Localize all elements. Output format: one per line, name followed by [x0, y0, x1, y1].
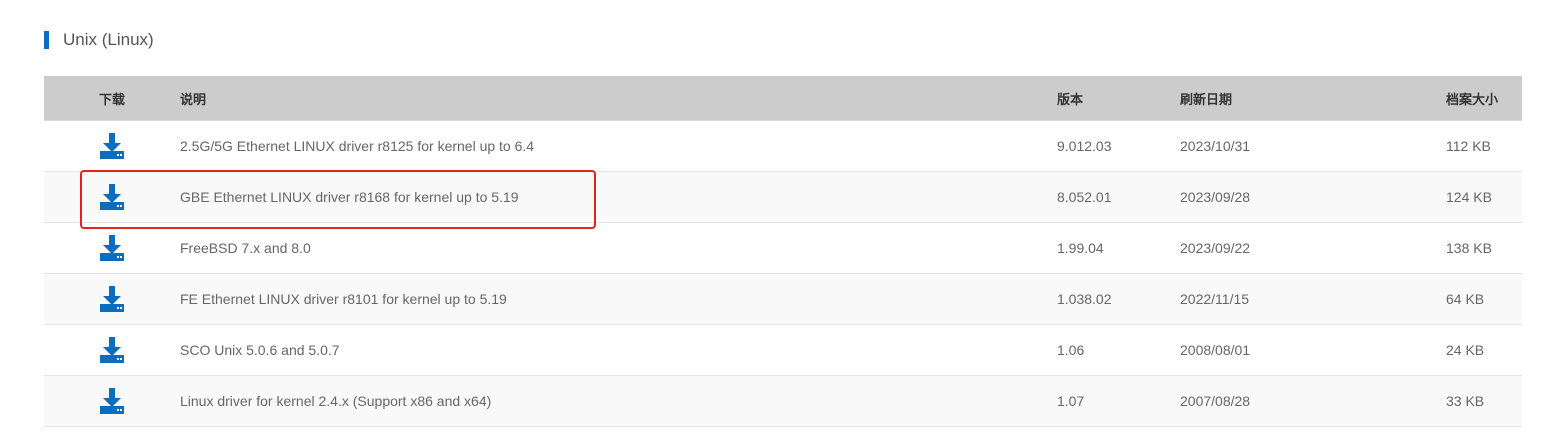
- driver-version: 1.06: [1057, 342, 1085, 358]
- driver-version: 1.07: [1057, 393, 1085, 409]
- driver-description: GBE Ethernet LINUX driver r8168 for kern…: [180, 189, 519, 205]
- section-title: Unix (Linux): [63, 30, 154, 49]
- driver-version: 1.99.04: [1057, 240, 1104, 256]
- driver-date: 2022/11/15: [1180, 291, 1250, 307]
- driver-size: 64 KB: [1446, 291, 1485, 307]
- table-row: Linux driver for kernel 2.4.x (Support x…: [44, 376, 1522, 427]
- download-icon[interactable]: [98, 131, 126, 161]
- download-cell: [44, 182, 180, 212]
- table-header: 下载 说明 版本 刷新日期 档案大小: [44, 76, 1522, 121]
- header-description: 说明: [180, 92, 207, 108]
- section-heading: Unix (Linux): [44, 28, 154, 52]
- download-icon[interactable]: [98, 335, 126, 365]
- driver-description: Linux driver for kernel 2.4.x (Support x…: [180, 393, 492, 409]
- table-row: FE Ethernet LINUX driver r8101 for kerne…: [44, 274, 1522, 325]
- download-icon[interactable]: [98, 233, 126, 263]
- download-icon[interactable]: [98, 386, 126, 416]
- download-cell: [44, 233, 180, 263]
- download-cell: [44, 284, 180, 314]
- driver-description: FreeBSD 7.x and 8.0: [180, 240, 311, 256]
- table-row: SCO Unix 5.0.6 and 5.0.7 1.06 2008/08/01…: [44, 325, 1522, 376]
- driver-date: 2023/09/22: [1180, 240, 1251, 256]
- driver-table: 下载 说明 版本 刷新日期 档案大小 2.5G/5G Ethernet LINU…: [44, 76, 1522, 427]
- driver-size: 138 KB: [1446, 240, 1492, 256]
- driver-size: 112 KB: [1446, 138, 1491, 154]
- driver-date: 2023/10/31: [1180, 138, 1251, 154]
- driver-size: 124 KB: [1446, 189, 1492, 205]
- download-icon[interactable]: [98, 182, 126, 212]
- driver-date: 2008/08/01: [1180, 342, 1251, 358]
- header-version: 版本: [1057, 92, 1084, 108]
- driver-description: 2.5G/5G Ethernet LINUX driver r8125 for …: [180, 138, 535, 154]
- section-accent-bar: [44, 31, 49, 49]
- header-size: 档案大小: [1446, 92, 1499, 108]
- download-cell: [44, 386, 180, 416]
- header-date: 刷新日期: [1180, 92, 1233, 108]
- download-cell: [44, 335, 180, 365]
- download-cell: [44, 131, 180, 161]
- download-icon[interactable]: [98, 284, 126, 314]
- table-row: 2.5G/5G Ethernet LINUX driver r8125 for …: [44, 121, 1522, 172]
- driver-version: 9.012.03: [1057, 138, 1112, 154]
- table-row: FreeBSD 7.x and 8.0 1.99.04 2023/09/22 1…: [44, 223, 1522, 274]
- header-download: 下载: [98, 92, 125, 108]
- table-row: GBE Ethernet LINUX driver r8168 for kern…: [44, 172, 1522, 223]
- driver-size: 24 KB: [1446, 342, 1485, 358]
- driver-version: 8.052.01: [1057, 189, 1112, 205]
- driver-description: SCO Unix 5.0.6 and 5.0.7: [180, 342, 340, 358]
- driver-date: 2007/08/28: [1180, 393, 1251, 409]
- driver-version: 1.038.02: [1057, 291, 1112, 307]
- driver-description: FE Ethernet LINUX driver r8101 for kerne…: [180, 291, 507, 307]
- driver-date: 2023/09/28: [1180, 189, 1251, 205]
- driver-size: 33 KB: [1446, 393, 1485, 409]
